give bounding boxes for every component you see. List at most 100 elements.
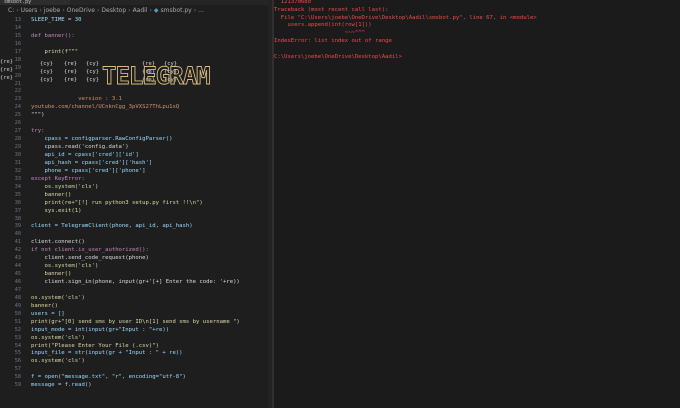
python-file-icon: ◆ (153, 7, 159, 14)
code-line[interactable]: 28 cpass = configparser.RawConfigParser(… (0, 135, 272, 143)
code-line[interactable]: 51 print(gr+"[0] send sms by user ID\n[1]… (0, 318, 272, 326)
code-text: banner() (31, 302, 58, 309)
code-line[interactable]: 33 except KeyError: (0, 175, 272, 183)
code-text: banner() (31, 191, 72, 198)
code-line[interactable]: 53 os.system('cls') (0, 334, 272, 342)
line-number: 26 (14, 120, 21, 127)
code-line[interactable]: 47 (0, 286, 272, 294)
code-line[interactable]: 52 input_mode = int(input(gr+"Input : "+r… (0, 326, 272, 334)
code-line[interactable]: 32 phone = cpass['cred']['phone'] (0, 167, 272, 175)
code-line[interactable]: 34 os.system('cls') (0, 183, 272, 191)
banner-cell: {cy} (86, 77, 99, 83)
line-number: 53 (14, 334, 21, 341)
breadcrumb-item[interactable]: Users (21, 6, 38, 16)
chevron-right-icon: › (62, 7, 65, 14)
code-text: SLEEP_TIME = 30 (31, 17, 82, 23)
breadcrumb-item[interactable]: C: (8, 6, 14, 16)
code-line[interactable]: 29 cpass.read('config.data') (0, 143, 272, 151)
banner-cell: {cy} (40, 61, 53, 67)
breadcrumb-item[interactable]: Desktop (101, 6, 126, 16)
breadcrumb-item[interactable]: smsbot.py (161, 6, 192, 16)
line-number: 17 (14, 48, 21, 55)
banner-cell: {cy} (86, 61, 99, 67)
code-line[interactable]: 54 print("Please Enter Your File (.csv)") (0, 342, 272, 350)
code-line[interactable]: 24 youtube.com/channel/UCnknCgg_3pVXS27Th… (0, 103, 272, 111)
code-line[interactable]: 15 def banner(): (0, 32, 272, 40)
banner-prefix: {re} (0, 67, 13, 73)
line-number: 36 (14, 199, 21, 206)
code-text: cpass = configparser.RawConfigParser() (31, 136, 173, 143)
banner-cell: {re} (64, 77, 77, 83)
line-number: 43 (14, 255, 21, 262)
line-number: 37 (14, 207, 21, 214)
code-line[interactable]: 57 (0, 365, 272, 373)
code-line[interactable]: 30 api_id = cpass['cred']['id'] (0, 151, 272, 159)
line-number: 57 (14, 366, 21, 373)
code-line[interactable]: 31 api_hash = cpass['cred']['hash'] (0, 159, 272, 167)
code-text: cpass.read('config.data') (31, 144, 129, 151)
code-text: message = f.read() (31, 382, 92, 389)
code-line[interactable]: 25 """) (0, 111, 272, 119)
code-line[interactable]: 56 os.system('cls') (0, 357, 272, 365)
code-line[interactable]: 17 print(f""" (0, 48, 272, 56)
code-line[interactable]: 13 SLEEP_TIME = 30 (0, 16, 272, 24)
code-line[interactable]: 38 (0, 215, 272, 223)
chevron-right-icon: › (193, 7, 197, 14)
line-number: 29 (14, 144, 21, 151)
line-number: 52 (14, 326, 21, 333)
code-text: youtube.com/channel/UCnknCgg_3pVXS27ThLp… (31, 104, 180, 111)
code-line[interactable]: 42 if not client.is_user_authorized(): (0, 246, 272, 254)
breadcrumb-item[interactable]: OneDrive (67, 6, 95, 16)
code-line[interactable]: 48 os.system('cls') (0, 294, 272, 302)
terminal-line: users.append(int(row[1])) (274, 22, 372, 29)
code-line[interactable]: 37 sys.exit(1) (0, 207, 272, 215)
line-number: 47 (14, 286, 21, 293)
code-line[interactable]: 59 message = f.read() (0, 381, 272, 389)
code-line[interactable]: 55 input_file = str(input(gr + "Input : "… (0, 349, 272, 357)
panel-divider[interactable] (272, 0, 274, 408)
breadcrumb-item[interactable]: ... (198, 6, 204, 16)
line-number: 15 (14, 32, 21, 39)
banner-cell: {re} (64, 61, 77, 67)
terminal-panel[interactable]: 12137d680 Traceback (most recent call las… (272, 0, 680, 408)
chevron-right-icon: › (128, 7, 131, 14)
banner-title-art: TELEGRAM (102, 62, 210, 90)
code-line[interactable]: 50 users = [] (0, 310, 272, 318)
code-line[interactable]: 26 (0, 119, 272, 127)
chevron-right-icon: › (16, 7, 19, 14)
code-line[interactable]: 16 (0, 40, 272, 48)
code-text: client.sign_in(phone, input(gr+'[+] Ente… (31, 279, 240, 286)
code-line[interactable]: 49 banner() (0, 302, 272, 310)
banner-cell: {cy} (40, 77, 53, 83)
code-line[interactable]: 41 client.connect() (0, 238, 272, 246)
terminal-line: IndexError: list index out of range (274, 38, 392, 44)
code-line[interactable]: 23 version : 3.1 (0, 95, 272, 103)
code-line[interactable]: 39 client = TelegramClient(phone, api_id,… (0, 222, 272, 230)
code-line[interactable]: 45 banner() (0, 270, 272, 278)
line-number: 45 (14, 271, 21, 278)
line-number: 22 (14, 88, 21, 95)
banner-art-svg: {cy} {cy} {cy} {re} {re} {re} {cy} {cy} … (40, 61, 212, 90)
code-text: print(f""" (31, 48, 79, 55)
code-line[interactable]: 40 (0, 230, 272, 238)
line-number: 44 (14, 263, 21, 270)
line-number: 58 (14, 374, 21, 381)
code-text: phone = cpass['cred']['phone'] (31, 167, 146, 174)
code-line[interactable]: 43 client.send_code_request(phone) (0, 254, 272, 262)
code-text: print("Please Enter Your File (.csv)") (31, 342, 159, 349)
code-line[interactable]: 36 print(re+"[!] run python3 setup.py fi… (0, 199, 272, 207)
code-line[interactable]: 46 client.sign_in(phone, input(gr+'[+] E… (0, 278, 272, 286)
code-line[interactable]: 44 os.system('cls') (0, 262, 272, 270)
code-line[interactable]: 27 try: (0, 127, 272, 135)
editor-tab[interactable]: smsbot.py (0, 0, 70, 5)
code-line[interactable]: 58 f = open("message.txt", "r", encoding=… (0, 373, 272, 381)
breadcrumb-item[interactable]: joebe (44, 6, 61, 16)
code-text: os.system('cls') (31, 263, 99, 270)
line-number: 24 (14, 104, 21, 111)
code-line[interactable]: 14 (0, 24, 272, 32)
code-line[interactable]: 35 banner() (0, 191, 272, 199)
code-editor[interactable]: smsbot.py C: › Users › joebe › OneDrive › Deskto… (0, 0, 272, 408)
chevron-right-icon: › (39, 7, 42, 14)
breadcrumb-item[interactable]: Aadil (133, 6, 148, 16)
line-number: 13 (14, 17, 21, 23)
